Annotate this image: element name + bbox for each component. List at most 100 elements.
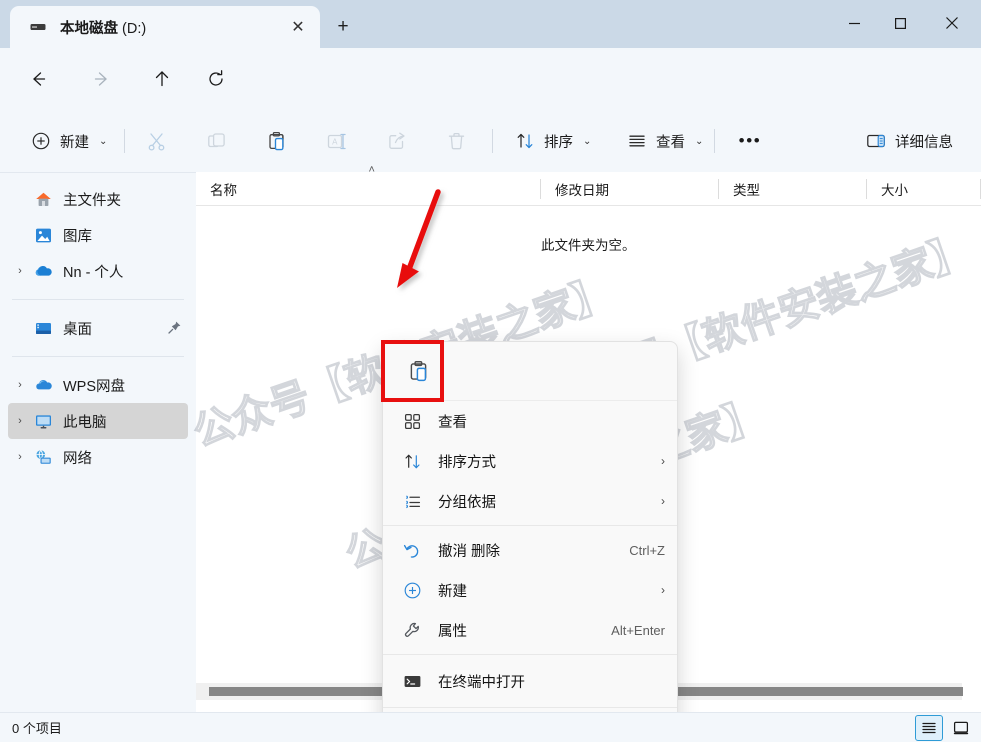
sidebar-item-label: WPS网盘 xyxy=(63,378,126,395)
sort-button-label: 排序 xyxy=(544,134,573,151)
context-menu-item-group-by[interactable]: 分组依据 › xyxy=(383,481,677,521)
context-menu-item-label: 查看 xyxy=(438,414,467,431)
back-button[interactable] xyxy=(20,61,56,97)
toolbar-separator xyxy=(124,129,125,153)
sidebar-item-label: Nn - 个人 xyxy=(63,264,124,281)
sort-arrows-icon xyxy=(401,452,423,471)
context-menu-divider xyxy=(383,654,677,655)
title-bar: 本地磁盘 (D:) ✕ + xyxy=(0,0,981,48)
expand-chevron-icon[interactable]: › xyxy=(8,451,32,463)
sidebar-item-label: 图库 xyxy=(63,228,92,245)
column-header-label: 大小 xyxy=(881,182,908,198)
copy-button[interactable] xyxy=(196,121,236,161)
refresh-button[interactable] xyxy=(198,61,234,97)
view-button[interactable]: 查看 ⌄ xyxy=(616,121,713,161)
column-header-date-modified[interactable]: 修改日期 xyxy=(541,172,719,206)
navigation-bar: › 此电脑 › 本地磁盘 (D:) › xyxy=(0,48,981,146)
chevron-down-icon: ⌄ xyxy=(99,135,108,147)
details-pane-button[interactable]: 详细信息 xyxy=(855,121,963,161)
more-options-button[interactable]: ••• xyxy=(728,121,772,161)
group-by-icon xyxy=(401,492,423,511)
terminal-icon xyxy=(401,672,423,691)
new-button[interactable]: 新建 ⌄ xyxy=(20,121,117,161)
new-tab-button[interactable]: + xyxy=(328,12,358,42)
delete-button[interactable] xyxy=(436,121,476,161)
context-menu-item-undo-delete[interactable]: 撤消 删除 Ctrl+Z xyxy=(383,530,677,570)
tab-local-disk-d[interactable]: 本地磁盘 (D:) ✕ xyxy=(10,6,320,48)
expand-chevron-icon[interactable]: › xyxy=(8,265,32,277)
column-header-type[interactable]: 类型 xyxy=(719,172,867,206)
column-header-label: 修改日期 xyxy=(555,182,609,198)
sidebar-item-label: 网络 xyxy=(63,450,92,467)
column-header-size[interactable]: 大小 xyxy=(867,172,981,206)
context-menu-toolbar xyxy=(383,342,677,401)
close-window-button[interactable] xyxy=(923,0,981,46)
rename-button[interactable]: A xyxy=(316,121,356,161)
sort-arrows-icon xyxy=(514,130,536,152)
share-button[interactable] xyxy=(376,121,416,161)
context-menu-item-label: 排序方式 xyxy=(438,454,496,471)
details-pane-label: 详细信息 xyxy=(895,134,953,151)
expand-chevron-icon[interactable]: › xyxy=(8,379,32,391)
pin-icon[interactable] xyxy=(167,320,183,336)
cut-button[interactable] xyxy=(136,121,176,161)
sidebar-item-this-pc[interactable]: › 此电脑 xyxy=(8,403,188,439)
sort-button[interactable]: 排序 ⌄ xyxy=(504,121,601,161)
submenu-chevron-icon: › xyxy=(661,494,665,508)
column-header-label: 类型 xyxy=(733,182,760,198)
wrench-icon xyxy=(401,621,423,640)
context-menu-item-sort-by[interactable]: 排序方式 › xyxy=(383,441,677,481)
context-menu-item-properties[interactable]: 属性 Alt+Enter xyxy=(383,610,677,650)
chevron-down-icon: ⌄ xyxy=(695,135,704,147)
forward-button[interactable] xyxy=(84,61,120,97)
window-controls xyxy=(831,0,981,46)
column-header-label: 名称 xyxy=(210,182,237,198)
list-view-button[interactable] xyxy=(915,715,943,741)
sidebar-item-label: 桌面 xyxy=(63,321,92,338)
sidebar-item-onedrive-personal[interactable]: › Nn - 个人 xyxy=(8,253,188,289)
view-button-label: 查看 xyxy=(656,134,685,151)
sidebar-item-gallery[interactable]: 图库 xyxy=(8,217,188,253)
context-menu-item-open-in-terminal[interactable]: 在终端中打开 xyxy=(383,659,677,703)
context-menu-item-view[interactable]: 查看 xyxy=(383,401,677,441)
context-menu-divider xyxy=(383,707,677,708)
sidebar-divider xyxy=(12,299,184,300)
up-button[interactable] xyxy=(144,61,180,97)
close-tab-icon[interactable]: ✕ xyxy=(284,13,312,41)
sidebar-item-network[interactable]: › 网络 xyxy=(8,439,188,475)
context-menu-item-accelerator: Alt+Enter xyxy=(611,622,665,638)
expand-chevron-icon[interactable]: › xyxy=(8,415,32,427)
context-menu-item-label: 在终端中打开 xyxy=(438,674,525,691)
file-explorer-window: 本地磁盘 (D:) ✕ + 在 本地磁盘 (D:) 中搜索 新建 ⌄ A 排序 … xyxy=(0,0,981,742)
svg-text:A: A xyxy=(332,137,338,146)
sidebar-item-wps-cloud[interactable]: › WPS网盘 xyxy=(8,367,188,403)
toolbar-separator xyxy=(492,129,493,153)
empty-folder-message: 此文件夹为空。 xyxy=(541,238,636,253)
column-headers: ˄ 名称 修改日期 类型 大小 xyxy=(196,164,981,206)
sidebar-item-home[interactable]: 主文件夹 xyxy=(8,181,188,217)
sidebar-item-desktop[interactable]: 桌面 xyxy=(8,310,188,346)
rename-icon: A xyxy=(325,130,347,152)
minimize-button[interactable] xyxy=(831,0,877,46)
lines-icon xyxy=(626,130,648,152)
navigation-pane: 主文件夹 图库 › Nn - 个人 桌面 › WPS网盘 › 此电脑 › 网络 xyxy=(0,172,196,712)
grid-icon xyxy=(401,412,423,431)
wps-cloud-icon xyxy=(32,376,54,395)
sidebar-item-label: 此电脑 xyxy=(63,414,107,431)
paste-button[interactable] xyxy=(256,121,296,161)
scissors-icon xyxy=(145,130,167,152)
gallery-icon xyxy=(32,226,54,245)
toolbar-separator xyxy=(714,129,715,153)
context-menu-item-label: 分组依据 xyxy=(438,494,496,511)
sidebar-divider xyxy=(12,356,184,357)
submenu-chevron-icon: › xyxy=(661,454,665,468)
tab-title: 本地磁盘 (D:) xyxy=(60,20,147,37)
maximize-button[interactable] xyxy=(877,0,923,46)
context-paste-button[interactable] xyxy=(397,350,439,392)
column-header-name[interactable]: ˄ 名称 xyxy=(196,164,541,206)
home-icon xyxy=(32,190,54,209)
large-icon-view-button[interactable] xyxy=(947,715,975,741)
view-toggle-group xyxy=(915,715,975,741)
context-menu-item-new[interactable]: 新建 › xyxy=(383,570,677,610)
share-icon xyxy=(385,130,407,152)
